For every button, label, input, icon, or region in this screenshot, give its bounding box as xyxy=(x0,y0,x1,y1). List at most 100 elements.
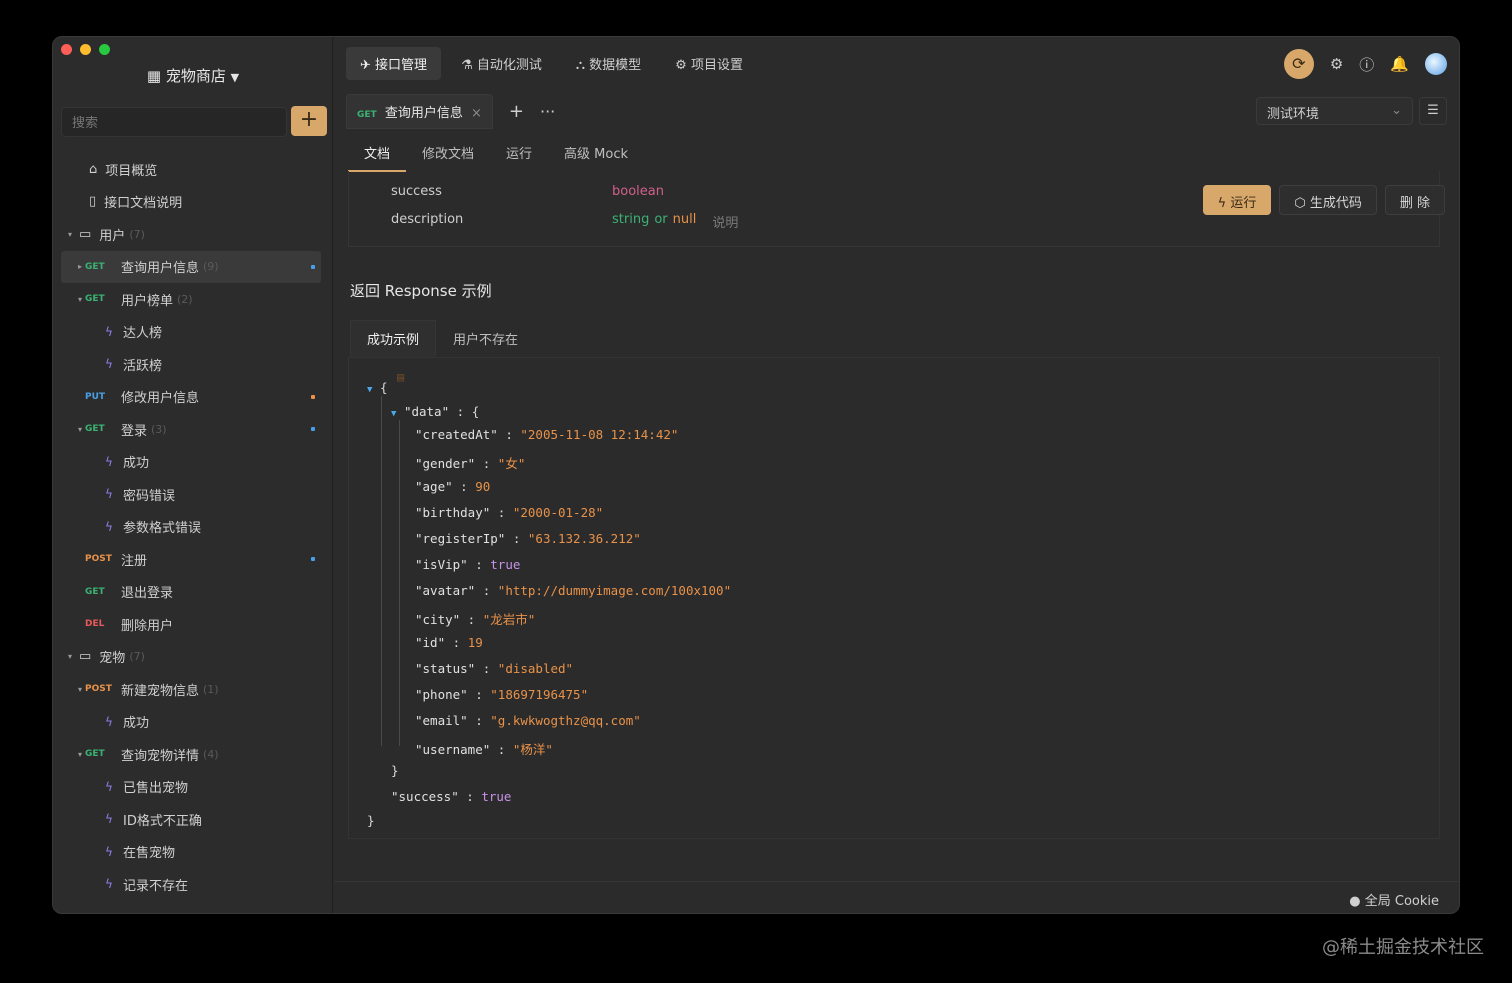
close-icon[interactable]: × xyxy=(471,106,482,121)
tree-case-item[interactable]: ϟ 密码错误 xyxy=(61,478,321,511)
avatar[interactable] xyxy=(1425,53,1447,75)
caret-icon[interactable]: ▸ xyxy=(75,262,85,271)
json-line: "createdAt" : "2005-11-08 12:14:42" xyxy=(415,427,679,442)
tree-folder-item[interactable]: ▾ ▭ 用户 (7) xyxy=(61,218,321,251)
json-line: } xyxy=(367,813,375,828)
help-icon[interactable]: ⓘ xyxy=(1359,54,1374,75)
item-count: (4) xyxy=(203,747,219,761)
subtab[interactable]: 高级 Mock xyxy=(548,135,644,172)
json-line: "avatar" : "http://dummyimage.com/100x10… xyxy=(415,583,732,598)
tree-api-item[interactable]: ▸ GET 查询用户信息 (9) xyxy=(61,250,321,283)
response-tab[interactable]: 用户不存在 xyxy=(436,320,535,357)
json-key: "birthday" xyxy=(415,505,491,520)
tree-item-label: 用户榜单 xyxy=(121,293,174,309)
doc-tab-active[interactable]: GET 查询用户信息 × xyxy=(346,94,493,129)
bolt-icon: ϟ xyxy=(105,844,113,859)
tree-case-item[interactable]: ϟ ID格式不正确 xyxy=(61,803,321,836)
tree-case-item[interactable]: ϟ 已售出宠物 xyxy=(61,771,321,804)
field-null: null xyxy=(672,212,697,227)
tree-api-item[interactable]: ▾ POST 新建宠物信息 (1) xyxy=(61,673,321,706)
status-dot xyxy=(311,427,315,432)
generate-code-button[interactable]: ⬡ 生成代码 xyxy=(1279,185,1377,215)
project-switcher[interactable]: ▦ 宠物商店 ▼ xyxy=(53,65,333,86)
caret-icon[interactable]: ▾ xyxy=(65,652,75,661)
json-key: "avatar" xyxy=(415,583,476,598)
close-window-button[interactable] xyxy=(61,44,72,55)
caret-icon[interactable]: ▾ xyxy=(75,295,85,304)
settings-icon[interactable]: ⚙ xyxy=(1330,55,1343,73)
tree-case-item[interactable]: ϟ 成功 xyxy=(61,706,321,739)
bell-icon[interactable]: 🔔 xyxy=(1390,55,1409,73)
tree-folder-item[interactable]: ⌂ 项目概览 xyxy=(61,153,321,186)
subtab[interactable]: 文档 xyxy=(348,135,407,172)
tree-api-item[interactable]: GET 退出登录 xyxy=(61,576,321,609)
delete-button[interactable]: 删 除 xyxy=(1384,185,1445,215)
copy-icon[interactable]: ▤ xyxy=(397,370,404,384)
indent-guide xyxy=(381,396,382,746)
bolt-icon: ϟ xyxy=(105,779,113,794)
nav-tab[interactable]: ⚙ 项目设置 xyxy=(661,47,757,80)
tree-item-label: 新建宠物信息 xyxy=(121,683,200,699)
tree-case-item[interactable]: ϟ 在售宠物 xyxy=(61,836,321,869)
tree-case-item[interactable]: ϟ 参数格式错误 xyxy=(61,511,321,544)
list-menu-icon[interactable]: ☰ xyxy=(1419,97,1447,125)
collapse-toggle-icon[interactable]: ▼ xyxy=(367,385,372,395)
tree-case-item[interactable]: ϟ 成功 xyxy=(61,446,321,479)
json-key: "success" xyxy=(391,789,459,804)
caret-icon[interactable]: ▾ xyxy=(65,230,75,239)
add-tab-icon[interactable]: + xyxy=(499,101,534,122)
tree-case-item[interactable]: ϟ 活跃榜 xyxy=(61,348,321,381)
nav-tab[interactable]: ⚗ 自动化测试 xyxy=(447,47,556,80)
caret-icon[interactable]: ▾ xyxy=(75,685,85,694)
folder-icon: ▭ xyxy=(79,226,92,242)
top-right-tools: ⟳ ⚙ ⓘ 🔔 xyxy=(1283,49,1447,79)
status-bar: ● 全局 Cookie xyxy=(334,881,1459,913)
more-icon[interactable]: ··· xyxy=(540,102,555,121)
method-badge: PUT xyxy=(85,391,106,402)
json-value: "g.kwkwogthz@qq.com" xyxy=(490,713,641,728)
global-cookie-button[interactable]: ● 全局 Cookie xyxy=(1349,890,1439,909)
run-label: 运行 xyxy=(1230,196,1257,211)
environment-select[interactable]: 测试环境 ⌄ xyxy=(1256,97,1413,125)
json-key: "gender" xyxy=(415,456,476,471)
tree-api-item[interactable]: DEL 删除用户 xyxy=(61,608,321,641)
collapse-toggle-icon[interactable]: ▼ xyxy=(391,409,396,419)
tree-api-item[interactable]: ▾ GET 登录 (3) xyxy=(61,413,321,446)
json-brace: } xyxy=(391,763,399,778)
nav-tab[interactable]: ✈ 接口管理 xyxy=(346,47,442,80)
tree-api-item[interactable]: ▾ GET 用户榜单 (2) xyxy=(61,283,321,316)
model-icon: ⛬ xyxy=(575,58,585,73)
run-button[interactable]: ϟ 运行 xyxy=(1202,185,1272,215)
tree-case-item[interactable]: ϟ 达人榜 xyxy=(61,316,321,349)
json-line: "username" : "杨洋" xyxy=(415,742,553,757)
json-value: 90 xyxy=(475,479,491,494)
search-input[interactable] xyxy=(61,107,287,137)
method-badge: POST xyxy=(85,554,112,565)
subtab[interactable]: 运行 xyxy=(490,135,548,172)
subtab[interactable]: 修改文档 xyxy=(406,135,490,172)
nav-tab[interactable]: ⛬ 数据模型 xyxy=(562,47,655,80)
indent-guide xyxy=(399,420,400,746)
minimize-window-button[interactable] xyxy=(80,44,91,55)
tree-folder-item[interactable]: ▾ ▭ 宠物 (7) xyxy=(61,641,321,674)
tree-item-label: 密码错误 xyxy=(123,488,176,504)
top-nav: ✈ 接口管理 ⚗ 自动化测试 ⛬ 数据模型 ⚙ 项目设置 xyxy=(346,47,757,80)
tree-folder-item[interactable]: ▯ 接口文档说明 xyxy=(61,186,321,219)
caret-icon[interactable]: ▾ xyxy=(75,750,85,759)
tree-api-item[interactable]: PUT 修改用户信息 xyxy=(61,381,321,414)
zoom-window-button[interactable] xyxy=(99,44,110,55)
cube-icon: ⬡ xyxy=(1294,196,1310,211)
method-badge: DEL xyxy=(85,619,105,630)
json-key: "status" xyxy=(415,661,476,676)
tree-api-item[interactable]: POST 注册 xyxy=(61,543,321,576)
add-button[interactable]: + xyxy=(291,106,327,136)
gen-label: 生成代码 xyxy=(1309,196,1362,211)
grid-icon: ▦ xyxy=(146,67,162,85)
sync-icon[interactable]: ⟳ xyxy=(1283,49,1314,79)
tree-case-item[interactable]: ϟ 记录不存在 xyxy=(61,868,321,901)
response-tab[interactable]: 成功示例 xyxy=(350,320,437,357)
tree-api-item[interactable]: ▾ GET 查询宠物详情 (4) xyxy=(61,738,321,771)
caret-icon[interactable]: ▾ xyxy=(75,425,85,434)
gear-icon: ⚙ xyxy=(675,58,687,73)
json-line: } xyxy=(391,763,399,778)
